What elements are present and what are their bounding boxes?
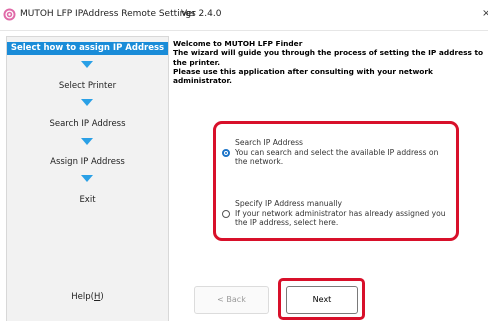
wizard-sidebar: Select how to assign IP Address Select P…: [6, 36, 169, 321]
option-manual-ip-title: Specify IP Address manually: [235, 199, 342, 208]
option-search-ip[interactable]: Search IP Address You can search and sel…: [222, 138, 450, 167]
down-arrow-icon: [81, 99, 93, 106]
window-version: Ver 2.4.0: [181, 9, 222, 19]
option-search-ip-description: You can search and select the available …: [235, 147, 439, 167]
title-bar: MUTOH LFP IPAddress Remote Settings Ver …: [0, 0, 488, 31]
step-select-printer: Select Printer: [58, 81, 117, 91]
next-button[interactable]: Next: [286, 286, 358, 314]
welcome-line-1: Welcome to MUTOH LFP Finder: [173, 39, 303, 48]
welcome-message: Welcome to MUTOH LFP Finder The wizard w…: [173, 39, 485, 85]
option-search-ip-title: Search IP Address: [235, 138, 303, 147]
assign-method-options: Search IP Address You can search and sel…: [213, 121, 459, 241]
help-link[interactable]: Help(H): [7, 292, 168, 302]
welcome-line-2: The wizard will guide you through the pr…: [173, 48, 484, 67]
down-arrow-icon: [81, 61, 93, 68]
radio-search-ip[interactable]: [222, 148, 230, 157]
help-label: Help(: [71, 292, 94, 302]
mutoh-logo-icon: [3, 8, 16, 21]
step-search-ip-address: Search IP Address: [49, 119, 126, 129]
option-manual-ip[interactable]: Specify IP Address manually If your netw…: [222, 199, 450, 228]
step-exit: Exit: [79, 195, 96, 205]
down-arrow-icon: [81, 175, 93, 182]
step-select-assign-method: Select how to assign IP Address: [7, 42, 168, 55]
window-title: MUTOH LFP IPAddress Remote Settings: [20, 9, 196, 19]
radio-manual-ip[interactable]: [222, 209, 230, 218]
option-manual-ip-description: If your network administrator has alread…: [235, 208, 446, 228]
help-label-close: ): [100, 292, 104, 302]
close-icon[interactable]: ×: [482, 8, 488, 19]
down-arrow-icon: [81, 138, 93, 145]
step-assign-ip-address: Assign IP Address: [50, 157, 125, 167]
back-button[interactable]: < Back: [194, 286, 269, 314]
welcome-line-3: Please use this application after consul…: [173, 66, 433, 86]
